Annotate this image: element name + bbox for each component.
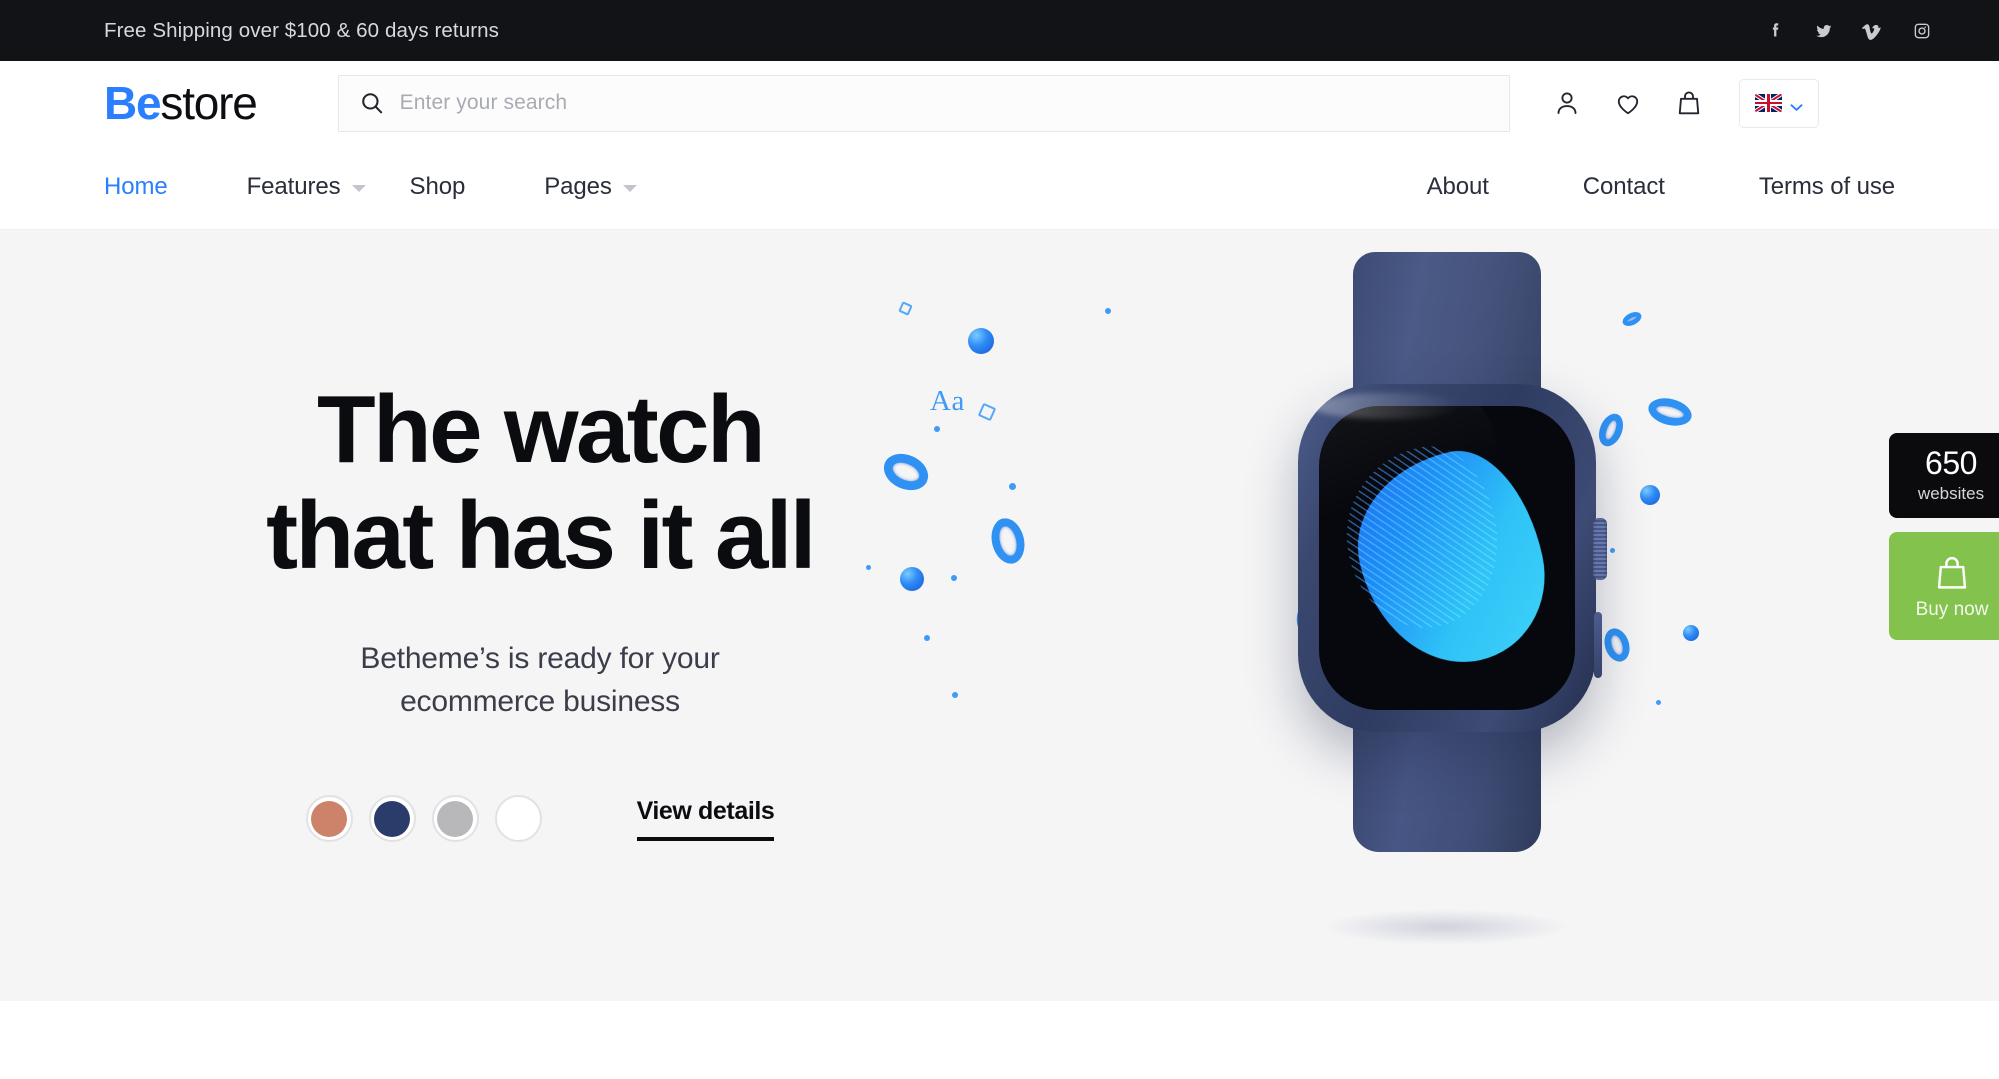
swatch-gray[interactable]: [431, 795, 479, 843]
hero-subtitle: Betheme’s is ready for your ecommerce bu…: [360, 638, 719, 723]
floating-side-widgets: 650 websites Buy now: [1889, 433, 1999, 640]
swatch-white[interactable]: [494, 795, 542, 843]
hero-title: The watch that has it all: [266, 375, 816, 590]
particle-ring: [1645, 394, 1695, 430]
hero-product-image: Aa: [866, 230, 1999, 1001]
chevron-down-icon: [622, 185, 637, 192]
search-bar[interactable]: [337, 74, 1510, 132]
watch-case: [1298, 384, 1607, 732]
chevron-down-icon: [1790, 99, 1803, 111]
nav-item-pages[interactable]: Pages: [544, 173, 637, 201]
particle-dot: [952, 692, 958, 698]
nav-label-contact: Contact: [1582, 173, 1665, 200]
wishlist-heart-icon[interactable]: [1613, 88, 1643, 118]
particle-sphere: [900, 567, 924, 591]
logo-accent: Be: [104, 77, 162, 129]
particle-ring: [1600, 625, 1634, 665]
social-links: [1764, 20, 1939, 42]
main-navigation: Home Features Shop Pages About Contact T…: [0, 145, 1999, 230]
hero-copy: The watch that has it all Betheme’s is r…: [0, 230, 1080, 1001]
search-icon: [359, 90, 385, 116]
nav-item-about[interactable]: About: [1427, 173, 1489, 201]
particle-dot: [951, 575, 957, 581]
site-logo[interactable]: Bestore: [104, 77, 258, 129]
nav-secondary: About Contact Terms of use: [1333, 173, 1896, 201]
nav-label-pages: Pages: [544, 173, 612, 200]
buy-now-button[interactable]: Buy now: [1889, 532, 1999, 640]
vimeo-icon[interactable]: [1862, 20, 1884, 42]
particle-ring: [1620, 309, 1644, 329]
swatch-terracotta[interactable]: [305, 795, 353, 843]
watch-crown: [1593, 518, 1607, 580]
nav-item-features[interactable]: Features: [247, 173, 366, 201]
nav-item-terms-of-use[interactable]: Terms of use: [1759, 173, 1895, 201]
particle-dot: [866, 565, 871, 570]
particle-typography-glyph: Aa: [930, 385, 965, 417]
particle-sphere: [1683, 625, 1699, 641]
page-below-fold: [0, 1001, 1999, 1012]
particle-dot: [1105, 308, 1111, 314]
nav-item-home[interactable]: Home: [104, 173, 168, 201]
announcement-bar: Free Shipping over $100 & 60 days return…: [0, 0, 1999, 61]
product-shadow: [1320, 909, 1570, 945]
particle-ring: [1594, 410, 1628, 450]
hero-actions: View details: [305, 795, 775, 843]
watch-side-button: [1594, 612, 1602, 678]
nav-primary: Home Features Shop Pages: [104, 173, 681, 201]
color-swatches: [305, 795, 542, 843]
nav-label-terms: Terms of use: [1758, 173, 1895, 200]
hero-title-line-2: that has it all: [266, 482, 816, 590]
view-details-button[interactable]: View details: [636, 797, 775, 841]
hero-title-line-1: The watch: [316, 375, 766, 483]
language-selector[interactable]: [1738, 78, 1819, 128]
watch-screen: [1319, 406, 1575, 710]
nav-label-features: Features: [246, 173, 341, 200]
chevron-down-icon: [351, 185, 366, 192]
nav-item-contact[interactable]: Contact: [1583, 173, 1665, 201]
shopping-bag-icon[interactable]: [1674, 88, 1704, 118]
site-header: Bestore: [0, 61, 1999, 145]
uk-flag-icon: [1754, 94, 1782, 112]
logo-rest: store: [160, 77, 257, 129]
smartwatch-product: [1298, 252, 1607, 852]
instagram-icon[interactable]: [1911, 20, 1933, 42]
swatch-navy[interactable]: [368, 795, 416, 843]
websites-count-label: websites: [1917, 484, 1985, 503]
particle-sphere: [1640, 485, 1660, 505]
particle-dot: [1610, 548, 1615, 553]
hero-section: The watch that has it all Betheme’s is r…: [0, 230, 1999, 1001]
hero-subtitle-line-1: Betheme’s is ready for your: [360, 641, 720, 675]
twitter-icon[interactable]: [1813, 20, 1835, 42]
announcement-text: Free Shipping over $100 & 60 days return…: [104, 18, 499, 42]
hero-subtitle-line-2: ecommerce business: [400, 684, 680, 718]
particle-dot: [924, 635, 930, 641]
header-tools: [1552, 78, 1819, 128]
particle-dot: [1656, 700, 1661, 705]
nav-item-shop[interactable]: Shop: [410, 173, 466, 201]
shopping-bag-icon: [1931, 552, 1973, 594]
nav-label-about: About: [1426, 173, 1489, 200]
nav-label-home: Home: [104, 173, 168, 200]
facebook-icon[interactable]: [1764, 20, 1786, 42]
search-input[interactable]: [399, 91, 1489, 115]
particle-sphere: [968, 328, 994, 354]
nav-label-shop: Shop: [409, 173, 466, 200]
buy-now-label: Buy now: [1915, 598, 1989, 620]
particle-dot: [1009, 483, 1016, 490]
account-icon[interactable]: [1552, 88, 1582, 118]
websites-count-badge[interactable]: 650 websites: [1889, 433, 1999, 518]
websites-count-number: 650: [1925, 445, 1977, 481]
particle-dot: [934, 426, 940, 432]
